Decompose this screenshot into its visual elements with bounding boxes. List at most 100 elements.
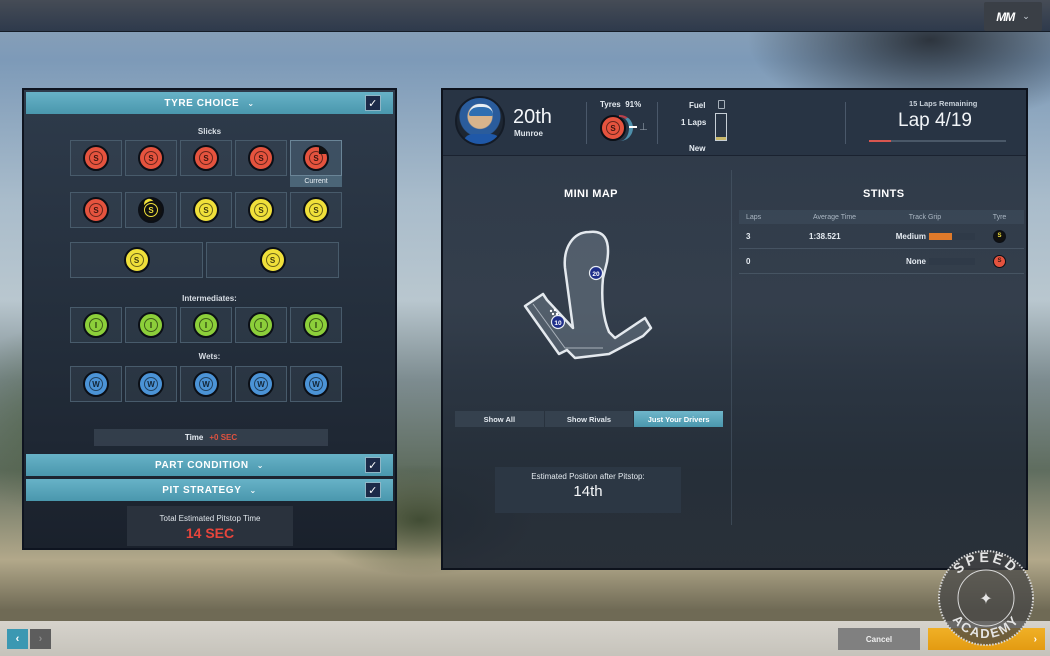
tyre-option[interactable]: W (180, 366, 232, 402)
track-grip-bar (929, 257, 975, 265)
tyre-option[interactable]: I (125, 307, 177, 343)
fuel-laps: 1 Laps (681, 118, 707, 127)
estimated-position-value: 14th (573, 483, 603, 500)
tyre-choice-checkbox[interactable]: ✓ (365, 95, 381, 111)
fuel-status: New (689, 144, 706, 153)
race-progress-fill (869, 140, 891, 142)
total-pitstop-time: Total Estimated Pitstop Time 14 SEC (127, 506, 293, 546)
wet-tyre-icon: W (138, 371, 164, 397)
svg-text:20: 20 (592, 271, 600, 278)
chevron-down-icon: ⌄ (1022, 11, 1030, 21)
tyre-option[interactable]: S Current (290, 140, 342, 187)
mm-logo: MM (996, 9, 1015, 24)
divider (845, 102, 846, 144)
driver-avatar (455, 96, 505, 146)
divider (586, 102, 587, 144)
header-laps: Laps (746, 213, 762, 221)
tyre-time-penalty: Time +0 SEC (94, 429, 328, 446)
tyre-option[interactable]: I (180, 307, 232, 343)
soft-tyre-icon: S (83, 145, 109, 171)
chevron-down-icon: ⌄ (256, 460, 265, 470)
svg-text:10: 10 (554, 320, 562, 327)
tyre-option[interactable]: S (125, 192, 177, 228)
intermediates-label: Intermediates: (182, 294, 237, 303)
pit-strategy-title: PIT STRATEGY (162, 484, 242, 496)
tyre-option[interactable]: S (235, 192, 287, 228)
stint-row: 0 None S (739, 249, 1024, 274)
soft-tyre-icon: S (303, 145, 329, 171)
driver-name: Munroe (514, 129, 543, 138)
mini-map-title: MINI MAP (564, 188, 618, 200)
part-condition-header[interactable]: PART CONDITION ⌄ ✓ (26, 454, 393, 476)
tyre-option[interactable]: I (290, 307, 342, 343)
car-marker-20[interactable]: 20 (588, 265, 604, 281)
total-pitstop-label: Total Estimated Pitstop Time (159, 514, 261, 523)
header-track-grip: Track Grip (908, 213, 942, 221)
supersoft-used-tyre-icon: S (138, 197, 164, 223)
tyre-option[interactable]: S (70, 192, 122, 228)
game-menu-button[interactable]: MM ⌄ (984, 2, 1042, 31)
wet-tyre-icon: W (303, 371, 329, 397)
tyre-swap-icon: ⊥ (639, 122, 648, 133)
soft-tyre-icon: S (83, 197, 109, 223)
inter-tyre-icon: I (193, 312, 219, 338)
tyre-option[interactable]: S (235, 140, 287, 176)
part-condition-title: PART CONDITION (154, 459, 249, 471)
tyre-option[interactable]: S (290, 192, 342, 228)
tyre-option[interactable]: S (180, 192, 232, 228)
divider (731, 170, 732, 525)
filter-just-your-drivers[interactable]: Just Your Drivers (634, 411, 724, 427)
stint-tyre: S (975, 229, 1024, 243)
previous-button[interactable]: ‹ (7, 629, 28, 649)
tyre-option[interactable]: W (290, 366, 342, 402)
tyre-choice-header[interactable]: TYRE CHOICE ⌄ ✓ (26, 92, 393, 114)
supersoft-tyre-icon: S (303, 197, 329, 223)
soft-tyre-icon: S (993, 254, 1006, 268)
filter-show-all[interactable]: Show All (455, 411, 544, 427)
tyre-option[interactable]: S (125, 140, 177, 176)
bottom-bar: ‹ › Cancel › (0, 621, 1050, 656)
intermediates-row: IIIII (70, 307, 342, 343)
next-button[interactable]: › (30, 629, 51, 649)
pit-strategy-checkbox[interactable]: ✓ (365, 482, 381, 498)
estimated-position: Estimated Position after Pitstop: 14th (495, 467, 681, 513)
tyre-option[interactable]: W (125, 366, 177, 402)
tyre-option[interactable]: S (70, 242, 203, 278)
tyre-option[interactable]: S (206, 242, 339, 278)
supersoft-tyre-icon: S (248, 197, 274, 223)
chevron-down-icon: ⌄ (247, 98, 255, 108)
supersoft-used-tyre-icon: S (993, 229, 1006, 243)
chevron-down-icon: ⌄ (249, 485, 257, 495)
inter-tyre-icon: I (303, 312, 329, 338)
tyre-option[interactable]: W (235, 366, 287, 402)
time-label: Time (184, 433, 204, 442)
stint-average-time: 1:38.521 (809, 231, 841, 241)
driver-cap-icon (469, 104, 493, 116)
tyre-option[interactable]: S (180, 140, 232, 176)
tyre-option[interactable]: I (235, 307, 287, 343)
header-average-time: Average Time (813, 213, 857, 221)
car-marker-10[interactable]: 10 (550, 314, 566, 330)
tyre-option[interactable]: I (70, 307, 122, 343)
top-bar: MM ⌄ (0, 0, 1050, 32)
track-grip-bar (929, 232, 975, 240)
total-pitstop-value: 14 SEC (185, 525, 235, 541)
mini-map[interactable]: 20 10 (503, 218, 673, 388)
part-condition-checkbox[interactable]: ✓ (365, 457, 381, 473)
current-tyre-tag: Current (290, 176, 342, 187)
lap-counter: Lap 4/19 (898, 110, 972, 131)
wet-tyre-icon: W (193, 371, 219, 397)
wet-tyre-icon: W (83, 371, 109, 397)
filter-show-rivals[interactable]: Show Rivals (544, 411, 634, 427)
track-grip-fill (929, 232, 952, 240)
tyre-option[interactable]: S (70, 140, 122, 176)
cancel-button[interactable]: Cancel (838, 628, 920, 650)
slicks-row-1: S S S S S Current (70, 140, 342, 187)
tyre-option[interactable]: W (70, 366, 122, 402)
tyre-wear-gauge (619, 115, 633, 141)
driver-info-bar: 20th Munroe Tyres 91% S ⊥ Fuel 1 Laps Ne… (443, 90, 1026, 156)
fuel-pump-icon (718, 100, 725, 109)
stint-row: 3 1:38.521 Medium S (739, 224, 1024, 249)
driver-position: 20th (513, 106, 552, 128)
pit-strategy-header[interactable]: PIT STRATEGY ⌄ ✓ (26, 479, 393, 501)
